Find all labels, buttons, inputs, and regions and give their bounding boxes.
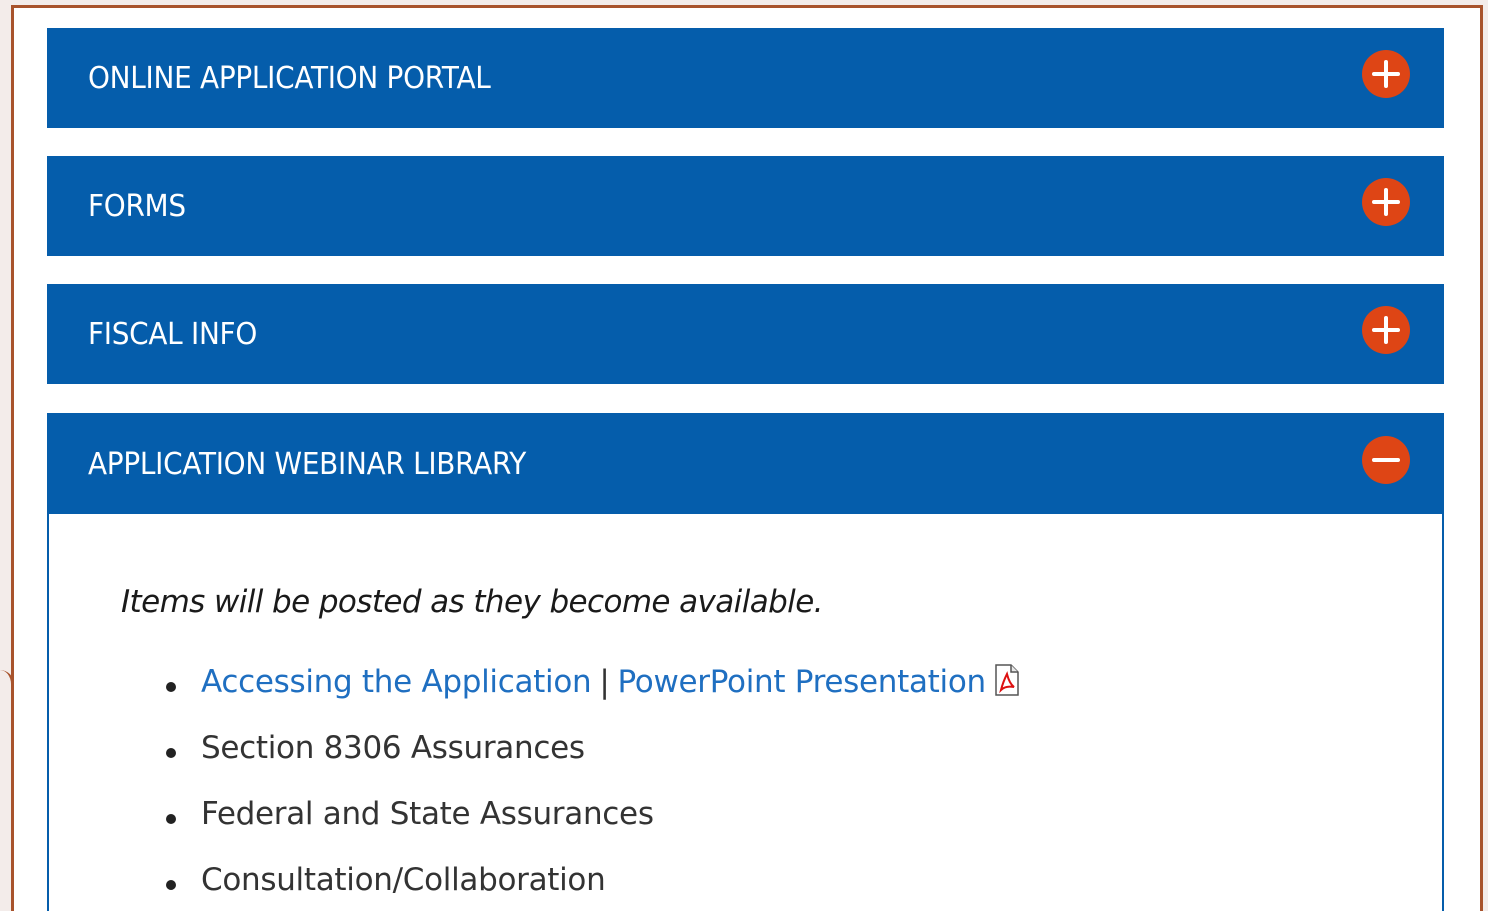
webinar-library-panel: Items will be posted as they become avai… [47,514,1444,911]
accordion-forms[interactable]: FORMS [47,156,1444,256]
accessing-application-link[interactable]: Accessing the Application [201,664,592,700]
list-item: Section 8306 Assurances [163,730,1020,796]
accordion-title: FORMS [88,188,186,224]
accordion-fiscal-info[interactable]: FISCAL INFO [47,284,1444,384]
plus-icon[interactable] [1362,50,1410,98]
availability-note: Items will be posted as they become avai… [121,584,824,620]
accordion-title: FISCAL INFO [88,316,258,352]
accordion-header[interactable]: APPLICATION WEBINAR LIBRARY [47,413,1444,515]
accordion-title: APPLICATION WEBINAR LIBRARY [88,446,527,482]
link-separator: | [599,664,610,700]
accordion-header[interactable]: FORMS [47,156,1444,256]
webinar-list: Accessing the Application | PowerPoint Pre… [163,664,1020,911]
accordion-online-application-portal[interactable]: ONLINE APPLICATION PORTAL [47,28,1444,128]
plus-icon[interactable] [1362,178,1410,226]
accordion-header[interactable]: FISCAL INFO [47,284,1444,384]
minus-icon[interactable] [1362,436,1410,484]
accordion-title: ONLINE APPLICATION PORTAL [88,60,491,96]
pdf-icon [994,664,1020,704]
powerpoint-presentation-link[interactable]: PowerPoint Presentation [618,664,987,700]
list-item: Accessing the Application | PowerPoint Pre… [163,664,1020,730]
accordion-header[interactable]: ONLINE APPLICATION PORTAL [47,28,1444,128]
list-item: Federal and State Assurances [163,796,1020,862]
list-item: Consultation/Collaboration [163,862,1020,911]
plus-icon[interactable] [1362,306,1410,354]
accordion-application-webinar-library[interactable]: APPLICATION WEBINAR LIBRARY [47,413,1444,515]
